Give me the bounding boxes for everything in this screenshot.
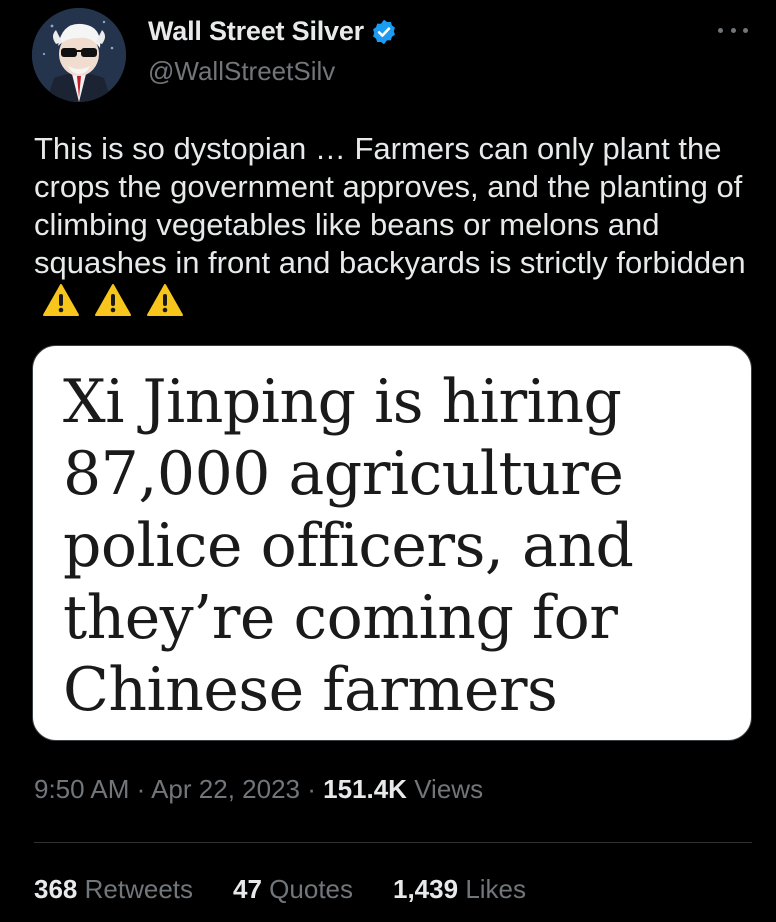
likes-stat[interactable]: 1,439 Likes — [393, 874, 526, 905]
tweet-date[interactable]: Apr 22, 2023 — [151, 774, 300, 804]
article-headline-image-text: Xi Jinping is hiring 87,000 agriculture … — [63, 367, 634, 725]
meta-separator: · — [136, 774, 152, 804]
retweets-count: 368 — [34, 874, 78, 904]
tweet-text: This is so dystopian … Farmers can only … — [34, 131, 751, 280]
tweet-detail: Wall Street Silver @WallStreetSilv This … — [0, 0, 776, 922]
avatar-illustration — [32, 8, 126, 102]
more-dot — [718, 27, 723, 33]
author-display-name[interactable]: Wall Street Silver — [148, 16, 364, 47]
author-name-row[interactable]: Wall Street Silver — [148, 16, 398, 47]
more-dot — [743, 27, 748, 33]
quotes-stat[interactable]: 47 Quotes — [233, 874, 353, 905]
warning-icon — [43, 284, 79, 316]
likes-count: 1,439 — [393, 874, 459, 904]
engagement-stats: 368 Retweets 47 Quotes 1,439 Likes — [34, 874, 526, 905]
views-label: Views — [414, 774, 484, 804]
avatar[interactable] — [32, 8, 126, 102]
more-dot — [730, 27, 736, 33]
tweet-text-block: This is so dystopian … Farmers can only … — [34, 130, 758, 320]
tweet-time[interactable]: 9:50 AM — [34, 774, 129, 804]
divider — [34, 842, 752, 843]
retweets-stat[interactable]: 368 Retweets — [34, 874, 193, 905]
tweet-meta: 9:50 AM · Apr 22, 2023 · 151.4K Views — [34, 774, 483, 805]
likes-label: Likes — [465, 874, 527, 904]
retweets-label: Retweets — [84, 874, 194, 904]
views-count: 151.4K — [323, 774, 407, 804]
more-options-icon[interactable] — [718, 20, 748, 40]
warning-emoji-group — [42, 283, 184, 317]
quotes-count: 47 — [233, 874, 262, 904]
media-image-card[interactable]: Xi Jinping is hiring 87,000 agriculture … — [32, 345, 752, 741]
meta-separator: · — [307, 774, 324, 804]
quotes-label: Quotes — [269, 874, 353, 904]
author-handle[interactable]: @WallStreetSilv — [148, 56, 335, 87]
verified-badge-icon — [370, 18, 398, 46]
warning-icon — [147, 284, 183, 316]
warning-icon — [95, 284, 131, 316]
